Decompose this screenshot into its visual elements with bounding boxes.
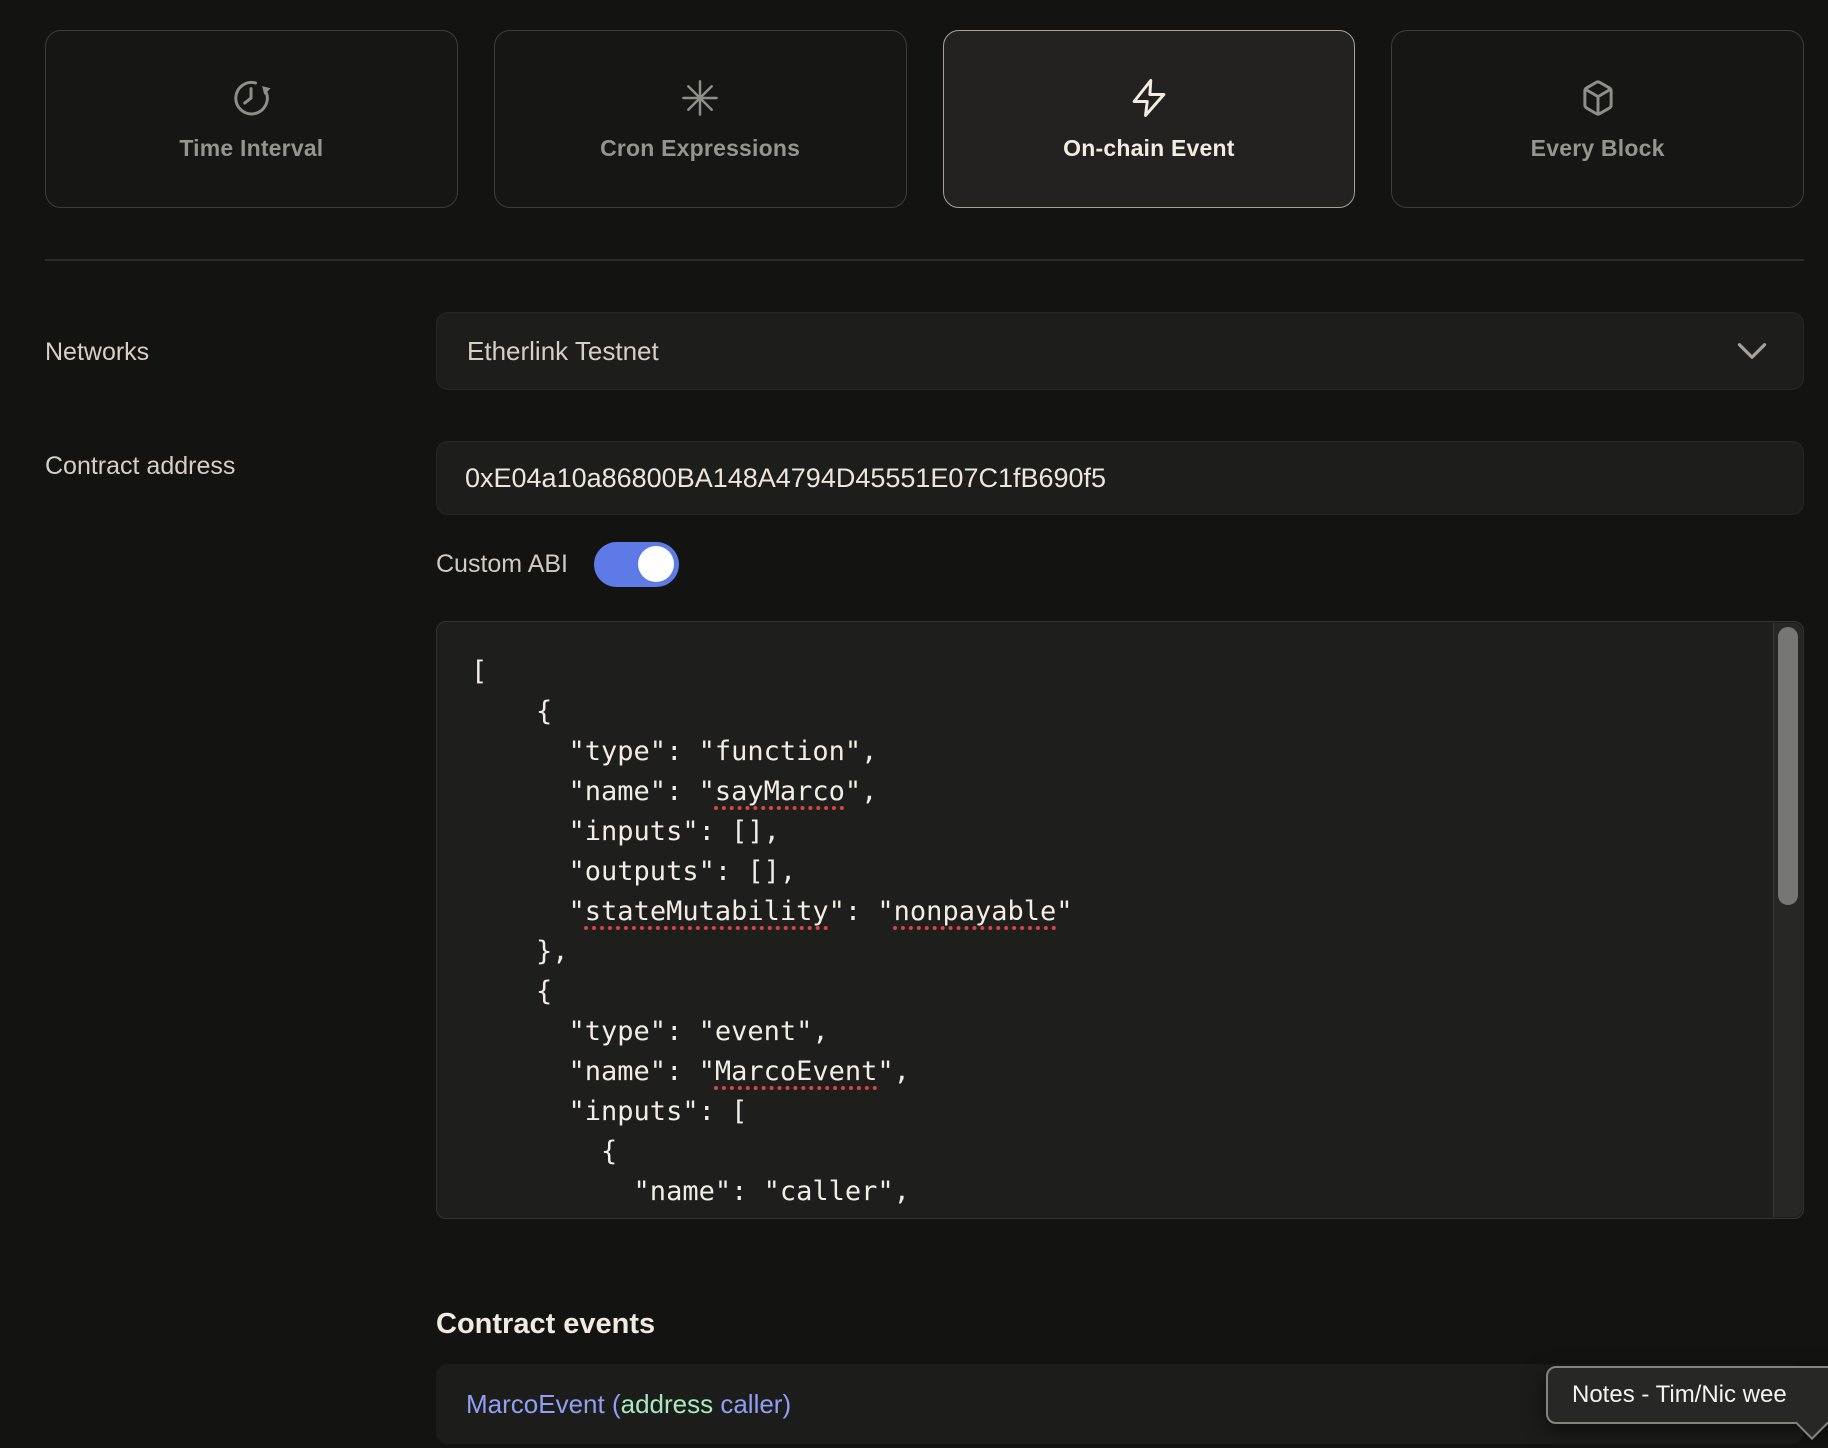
trigger-card-label: Every Block — [1531, 135, 1665, 162]
custom-abi-toggle[interactable] — [594, 542, 679, 587]
networks-label: Networks — [45, 338, 149, 367]
abi-editor-scrollbar-track[interactable] — [1773, 623, 1802, 1217]
section-divider — [45, 259, 1804, 261]
trigger-type-selector: Time Interval Cron Expressions On-chain … — [45, 30, 1804, 208]
trigger-card-label: Time Interval — [179, 135, 323, 162]
custom-abi-row: Custom ABI — [436, 541, 679, 587]
trigger-card-label: Cron Expressions — [600, 135, 800, 162]
abi-code[interactable]: [ { "type": "function", "name": "sayMarc… — [437, 622, 1803, 1219]
trigger-card-time-interval[interactable]: Time Interval — [45, 30, 458, 208]
trigger-card-label: On-chain Event — [1063, 135, 1235, 162]
event-param-type-text: address — [621, 1389, 714, 1419]
notes-overlay-title: Notes - Tim/Nic wee — [1572, 1381, 1787, 1409]
trigger-card-onchain-event[interactable]: On-chain Event — [943, 30, 1356, 208]
contract-events-heading: Contract events — [436, 1308, 655, 1341]
event-param-name-text: caller) — [713, 1389, 791, 1419]
cube-icon — [1577, 77, 1619, 119]
contract-event-signature: MarcoEvent (address caller) — [466, 1389, 791, 1420]
event-name-text: MarcoEvent ( — [466, 1389, 621, 1419]
contract-address-input[interactable] — [436, 441, 1804, 515]
custom-abi-label: Custom ABI — [436, 550, 568, 579]
clock-history-icon — [230, 77, 272, 119]
abi-editor-scrollbar-thumb[interactable] — [1778, 627, 1798, 905]
asterisk-icon — [679, 77, 721, 119]
trigger-card-every-block[interactable]: Every Block — [1391, 30, 1804, 208]
abi-editor[interactable]: [ { "type": "function", "name": "sayMarc… — [436, 621, 1804, 1219]
contract-address-label: Contract address — [45, 452, 235, 481]
networks-select[interactable]: Etherlink Testnet — [436, 312, 1804, 390]
lightning-icon — [1128, 77, 1170, 119]
toggle-knob — [638, 546, 674, 582]
chevron-down-icon — [1737, 342, 1767, 360]
notes-overlay[interactable]: Notes - Tim/Nic wee — [1546, 1366, 1828, 1424]
trigger-card-cron-expressions[interactable]: Cron Expressions — [494, 30, 907, 208]
networks-select-value: Etherlink Testnet — [467, 336, 1737, 367]
